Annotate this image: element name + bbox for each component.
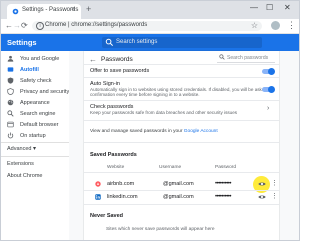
- back-arrow-button[interactable]: ←: [89, 55, 97, 64]
- sidebar-item-on-startup[interactable]: On startup: [1, 130, 69, 141]
- address-url: Chrome | chrome://settings/passwords: [45, 22, 148, 28]
- entry-password: ••••••••••: [215, 194, 232, 200]
- shield-icon: [7, 77, 14, 84]
- settings-search-input[interactable]: Search settings: [102, 37, 262, 48]
- settings-sidebar: You and Google Autofill Safety check Pri…: [1, 51, 69, 240]
- sidebar-divider: [1, 156, 69, 157]
- sidebar-item-label: Appearance: [20, 100, 50, 106]
- tab-close-button[interactable]: ×: [71, 6, 75, 14]
- linkedin-favicon-icon: [95, 194, 101, 200]
- divider: [84, 120, 279, 121]
- sidebar-item-label: Search engine: [20, 111, 56, 117]
- sidebar-item-label: Autofill: [20, 67, 39, 73]
- settings-title: Settings: [7, 38, 37, 47]
- check-passwords-description: Keep your passwords safe from data breac…: [90, 110, 238, 115]
- sidebar-item-extensions[interactable]: Extensions: [7, 161, 34, 167]
- search-icon: [219, 54, 225, 60]
- google-account-link[interactable]: Google Account: [184, 129, 218, 134]
- never-saved-empty-text: Sites which never save passwords will ap…: [106, 227, 215, 232]
- entry-username: @gmail.com: [163, 194, 194, 200]
- eye-icon[interactable]: [258, 194, 266, 200]
- sidebar-item-safety-check[interactable]: Safety check: [1, 75, 69, 86]
- entry-website[interactable]: linkedin.com: [107, 194, 138, 200]
- search-passwords-placeholder: Search passwords: [227, 55, 269, 61]
- sidebar-item-default-browser[interactable]: Default browser: [1, 119, 69, 130]
- sidebar-advanced-label: Advanced: [7, 146, 32, 152]
- browser-menu-button[interactable]: ⋮: [287, 20, 296, 31]
- palette-icon: [7, 99, 14, 106]
- sidebar-item-you-and-google[interactable]: You and Google: [1, 53, 69, 64]
- back-button[interactable]: ←: [5, 21, 13, 31]
- more-actions-button[interactable]: ⋮: [271, 180, 278, 188]
- search-icon: [105, 38, 114, 47]
- profile-avatar[interactable]: [271, 21, 280, 30]
- sidebar-item-search-engine[interactable]: Search engine: [1, 108, 69, 119]
- sidebar-item-autofill[interactable]: Autofill: [1, 64, 69, 75]
- forward-button[interactable]: →: [13, 21, 21, 31]
- sidebar-item-label: You and Google: [20, 56, 60, 62]
- offer-to-save-toggle[interactable]: [262, 67, 275, 75]
- more-actions-button[interactable]: ⋮: [271, 193, 278, 201]
- manage-passwords-text: View and manage saved passwords in your …: [90, 129, 218, 135]
- sidebar-item-about-chrome[interactable]: About Chrome: [7, 173, 42, 179]
- reload-button[interactable]: ⟳: [21, 21, 28, 31]
- tab-settings[interactable]: Settings - Passwords ×: [7, 4, 81, 19]
- auto-signin-description: confirmation every time before signing i…: [90, 92, 200, 97]
- column-header-website: Website: [107, 165, 125, 170]
- entry-username: @gmail.com: [163, 181, 194, 187]
- divider: [84, 64, 279, 65]
- never-saved-title: Never Saved: [90, 213, 124, 219]
- settings-header: Settings Search settings: [1, 34, 299, 51]
- browser-icon: [7, 121, 14, 128]
- divider: [84, 204, 279, 205]
- new-tab-button[interactable]: +: [86, 4, 91, 14]
- offer-to-save-label: Offer to save passwords: [90, 68, 150, 74]
- eye-icon[interactable]: [258, 181, 266, 187]
- power-icon: [7, 132, 14, 139]
- sidebar-item-appearance[interactable]: Appearance: [1, 97, 69, 108]
- sidebar-item-label: Safety check: [20, 78, 52, 84]
- settings-search-placeholder: Search settings: [116, 39, 158, 45]
- search-passwords-input[interactable]: Search passwords: [217, 54, 275, 63]
- close-window-button[interactable]: ✕: [284, 3, 291, 13]
- column-header-username: Username: [159, 165, 182, 170]
- entry-password: ••••••••••: [215, 181, 232, 187]
- address-bar[interactable]: i Chrome | chrome://settings/passwords ☆: [32, 21, 262, 31]
- saved-passwords-title: Saved Passwords: [90, 152, 137, 158]
- settings-gear-icon: [12, 8, 19, 15]
- divider: [84, 172, 279, 173]
- browser-window: Settings - Passwords × + — ☐ ✕ ← → ⟳ i C…: [0, 0, 300, 241]
- page-title: Passwords: [101, 56, 133, 63]
- site-info-icon[interactable]: i: [36, 22, 44, 30]
- airbnb-favicon-icon: [95, 181, 101, 187]
- shield-lock-icon: [7, 88, 14, 95]
- chevron-down-icon: ▾: [33, 146, 37, 152]
- bookmark-star-icon[interactable]: ☆: [251, 21, 258, 31]
- autofill-icon: [7, 67, 14, 72]
- sidebar-item-label: On startup: [20, 133, 46, 139]
- browser-toolbar: ← → ⟳ i Chrome | chrome://settings/passw…: [1, 19, 299, 34]
- tab-title: Settings - Passwords: [22, 7, 79, 13]
- sidebar-divider: [1, 142, 69, 143]
- toggle-knob: [268, 67, 275, 75]
- search-icon: [7, 110, 14, 117]
- person-icon: [7, 55, 14, 62]
- toggle-knob: [268, 85, 275, 93]
- manage-passwords-prefix: View and manage saved passwords in your: [90, 129, 183, 134]
- sidebar-advanced[interactable]: Advanced ▾: [1, 144, 69, 154]
- list-item: linkedin.com @gmail.com •••••••••• ⋮: [84, 191, 279, 203]
- sidebar-item-label: Privacy and security: [20, 89, 70, 95]
- divider: [84, 77, 279, 78]
- sidebar-item-label: Default browser: [20, 122, 59, 128]
- minimize-button[interactable]: —: [250, 3, 258, 13]
- tab-strip: Settings - Passwords × + — ☐ ✕: [1, 1, 299, 19]
- sidebar-item-privacy[interactable]: Privacy and security: [1, 86, 69, 97]
- column-header-password: Password: [215, 165, 237, 170]
- chevron-right-icon: ›: [267, 105, 270, 112]
- list-item: airbnb.com @gmail.com •••••••••• ⋮: [84, 178, 279, 190]
- entry-website[interactable]: airbnb.com: [107, 181, 134, 187]
- maximize-button[interactable]: ☐: [266, 3, 273, 13]
- auto-signin-toggle[interactable]: [262, 85, 275, 93]
- divider: [84, 142, 279, 143]
